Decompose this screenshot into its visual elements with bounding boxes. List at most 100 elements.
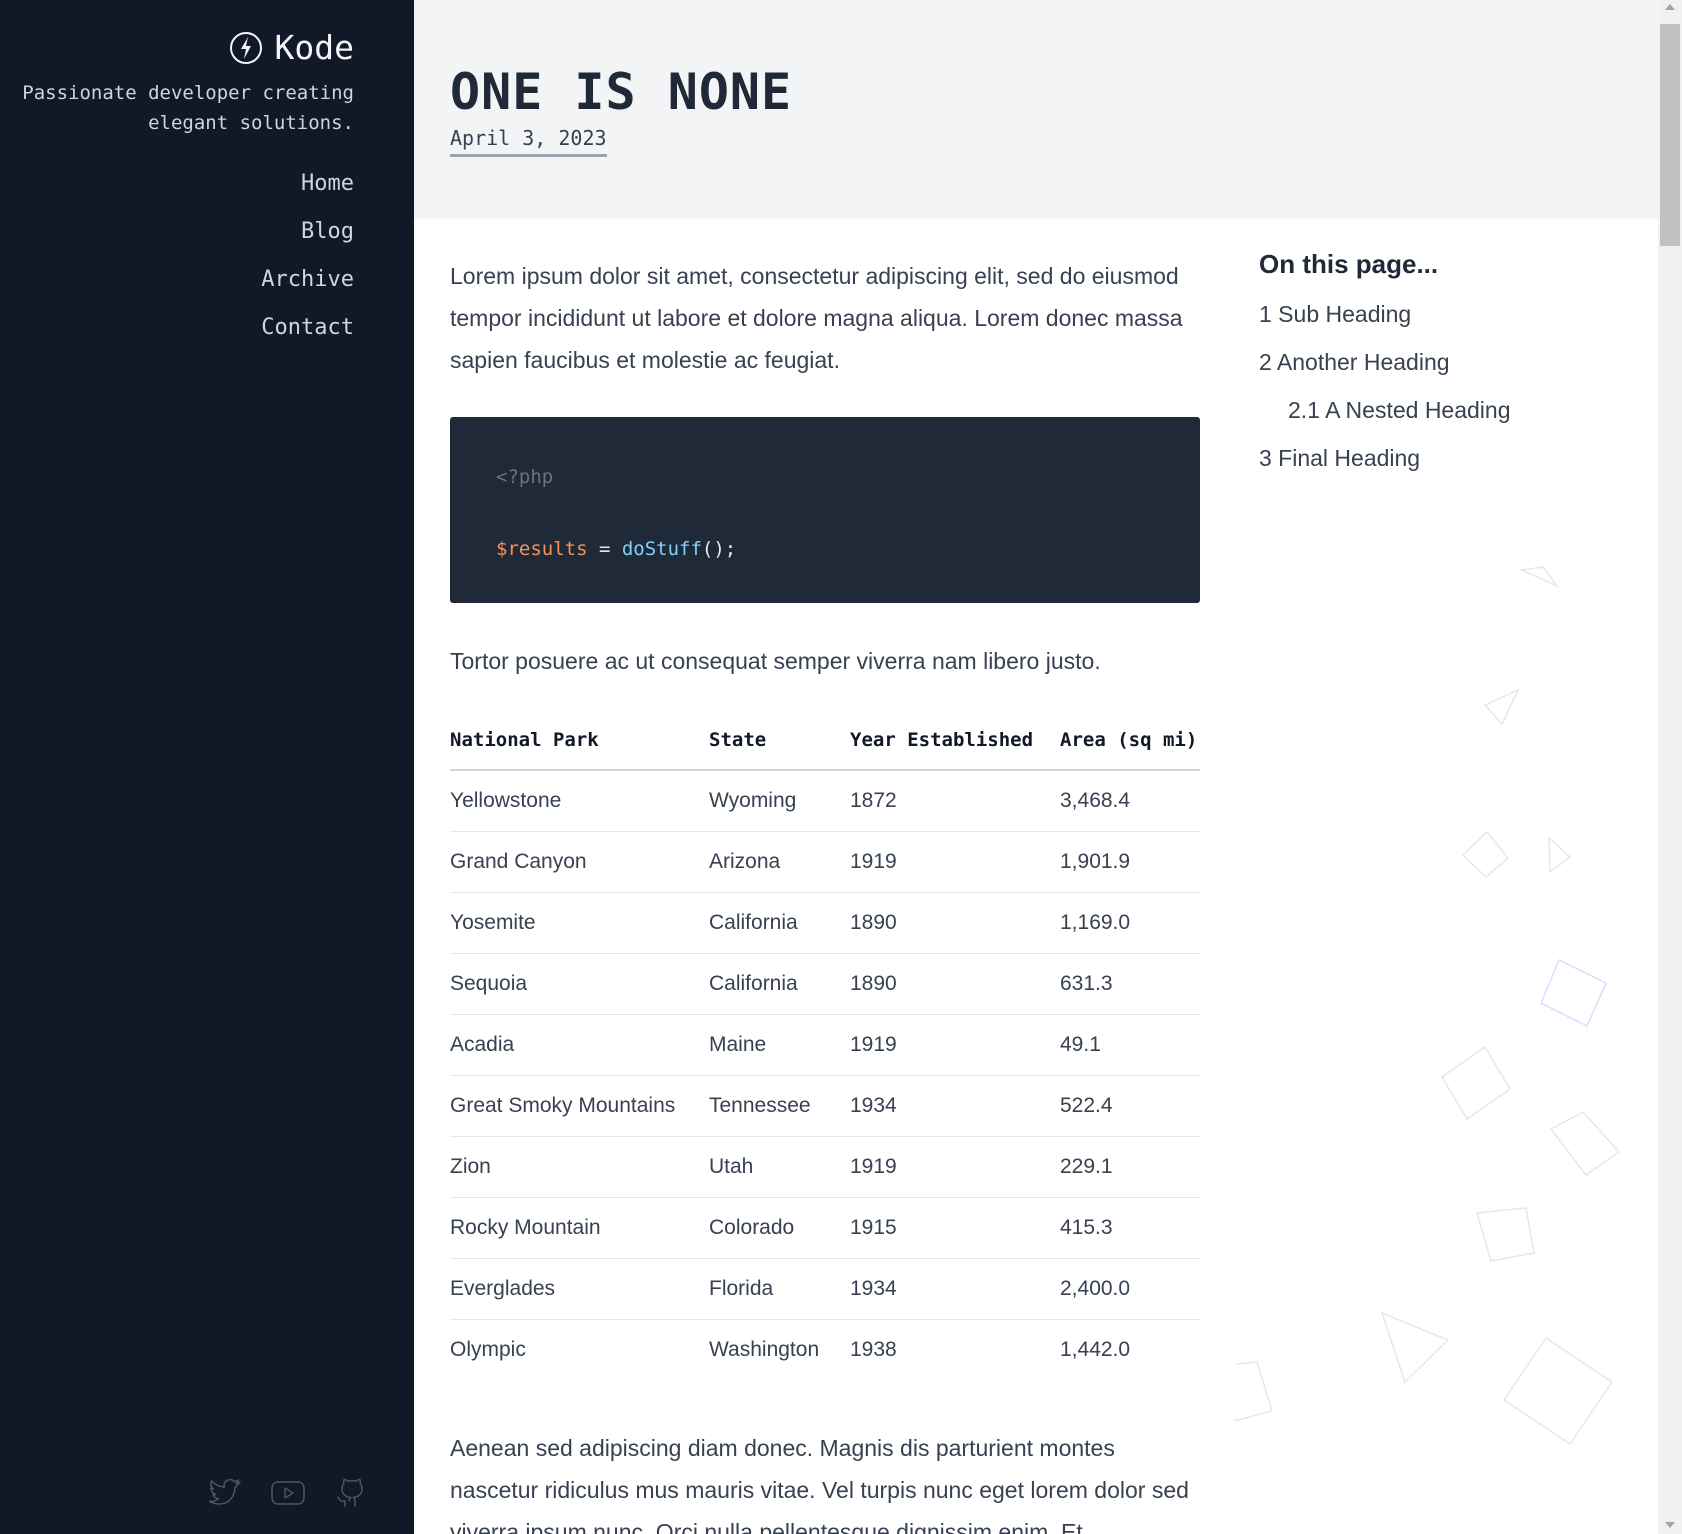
page-title: ONE IS NONE <box>450 63 793 121</box>
sidebar: Kode Passionate developer creating elega… <box>0 0 414 1534</box>
paragraph: Tortor posuere ac ut consequat semper vi… <box>450 648 1101 674</box>
table-cell: Utah <box>709 1136 850 1198</box>
decorative-triangle <box>1380 1311 1450 1384</box>
decorative-square <box>1440 1045 1512 1121</box>
table-row: Yosemite California 1890 1,169.0 <box>450 892 1200 954</box>
toc-title: On this page... <box>1259 249 1439 279</box>
scroll-up-arrow-icon[interactable] <box>1665 4 1675 10</box>
table-row: Great Smoky Mountains Tennessee 1934 522.4 <box>450 1075 1200 1137</box>
youtube-icon[interactable] <box>270 1474 306 1510</box>
table-cell: Sequoia <box>450 953 709 1015</box>
table-cell: Florida <box>709 1258 850 1320</box>
decorative-square <box>1540 958 1607 1028</box>
table-cell: Yosemite <box>450 892 709 954</box>
table-cell: Washington <box>709 1337 820 1361</box>
table-row: Yellowstone Wyoming 1872 3,468.4 <box>450 770 1200 832</box>
nav-item-archive[interactable]: Archive <box>261 256 354 304</box>
scrollbar-thumb[interactable] <box>1660 24 1680 246</box>
main-nav: Home Blog Archive Contact <box>261 160 354 352</box>
nav-item-home[interactable]: Home <box>261 160 354 208</box>
table-cell: 1919 <box>850 831 1060 893</box>
table-header: Area (sq mi) <box>1060 710 1200 771</box>
decorative-triangle <box>1519 566 1560 588</box>
post-date: April 3, 2023 <box>450 124 607 157</box>
table-cell: Grand Canyon <box>450 831 709 893</box>
table-cell: 1890 <box>850 953 1060 1015</box>
table-body: Yellowstone Wyoming 1872 3,468.4 Grand Canyo… <box>450 770 1200 1380</box>
brand[interactable]: Kode <box>229 28 354 68</box>
table-cell: California <box>709 953 850 1015</box>
table-cell: 1,442.0 <box>1060 1337 1131 1361</box>
table-cell: 1,169.0 <box>1060 892 1200 954</box>
decorative-square <box>1502 1336 1614 1446</box>
table-row: Rocky Mountain Colorado 1915 415.3 <box>450 1197 1200 1259</box>
table-cell: 1938 <box>850 1337 897 1361</box>
twitter-icon[interactable] <box>208 1474 244 1510</box>
decorative-shapes <box>1233 566 1621 1446</box>
scroll-down-arrow-icon[interactable] <box>1665 1522 1675 1528</box>
table-header-row: National Park State Year Established Are… <box>450 710 1200 771</box>
table-row: Acadia Maine 1919 49.1 <box>450 1014 1200 1076</box>
paragraph: Lorem ipsum dolor sit amet, consectetur … <box>450 263 1183 373</box>
vertical-scrollbar[interactable] <box>1658 0 1682 1534</box>
table-row: Zion Utah 1919 229.1 <box>450 1136 1200 1198</box>
decorative-square <box>1549 1111 1621 1177</box>
table-cell: Maine <box>709 1014 850 1076</box>
table-cell: Zion <box>450 1136 709 1198</box>
table-cell: 229.1 <box>1060 1136 1200 1198</box>
table-cell: Yellowstone <box>450 770 709 832</box>
table-cell: 522.4 <box>1060 1075 1200 1137</box>
table-cell: Great Smoky Mountains <box>450 1075 709 1137</box>
table-cell: Rocky Mountain <box>450 1197 709 1259</box>
site-name: Kode <box>274 28 354 67</box>
decorative-triangle <box>1483 688 1520 726</box>
bolt-circle-icon <box>229 32 262 64</box>
toc-item-another-heading[interactable]: 2 Another Heading <box>1259 338 1619 386</box>
table-cell: Everglades <box>450 1258 709 1320</box>
decorative-square <box>1461 830 1510 879</box>
table-header: National Park <box>450 710 709 771</box>
table-cell: Arizona <box>709 831 850 893</box>
decorative-square <box>1476 1207 1535 1262</box>
table-header: Year Established <box>850 710 1060 771</box>
decorative-triangle <box>1548 836 1572 874</box>
table-cell: Colorado <box>709 1197 850 1259</box>
table-row: Sequoia California 1890 631.3 <box>450 953 1200 1015</box>
table-cell: 1890 <box>850 892 1060 954</box>
table-cell: 2,400.0 <box>1060 1258 1200 1320</box>
code-function: doStuff <box>621 538 702 560</box>
table-cell: 3,468.4 <box>1060 770 1200 832</box>
social-links <box>208 1474 368 1510</box>
table-row: Everglades Florida 1934 2,400.0 <box>450 1258 1200 1320</box>
table-cell: 1,901.9 <box>1060 831 1200 893</box>
code-variable: $results <box>496 538 588 560</box>
nav-item-contact[interactable]: Contact <box>261 304 354 352</box>
table-cell: California <box>709 892 850 954</box>
code-php-tag: <?php <box>496 466 554 488</box>
nav-item-blog[interactable]: Blog <box>261 208 354 256</box>
table-cell: 1915 <box>850 1197 1060 1259</box>
decorative-shape-partial <box>1233 1361 1273 1422</box>
table-cell: 415.3 <box>1060 1197 1200 1259</box>
github-icon[interactable] <box>332 1474 368 1510</box>
table-row: Grand Canyon Arizona 1919 1,901.9 <box>450 831 1200 893</box>
code-line: <?php <box>496 459 1154 495</box>
toc-item-final-heading[interactable]: 3 Final Heading <box>1259 434 1619 482</box>
table-cell: 631.3 <box>1060 953 1200 1015</box>
post-header: ONE IS NONE April 3, 2023 <box>414 0 1658 219</box>
code-line: $results = doStuff(); <box>496 531 1154 567</box>
code-block: <?php $results = doStuff(); <box>450 417 1200 603</box>
national-parks-table: National Park State Year Established Are… <box>450 710 1200 1380</box>
paragraph: Aenean sed adipiscing diam donec. Magnis… <box>450 1435 1189 1534</box>
table-cell: 1919 <box>850 1014 1060 1076</box>
code-punctuation: (); <box>701 538 737 560</box>
table-cell: Acadia <box>450 1014 709 1076</box>
site-tagline: Passionate developer creating elegant so… <box>22 82 354 134</box>
table-of-contents: On this page... 1 Sub Heading 2 Another … <box>1259 244 1619 482</box>
toc-item-nested-heading[interactable]: 2.1 A Nested Heading <box>1259 386 1619 434</box>
table-cell: Olympic <box>450 1337 526 1361</box>
code-operator: = <box>587 538 622 560</box>
toc-item-sub-heading[interactable]: 1 Sub Heading <box>1259 290 1619 338</box>
table-cell: 49.1 <box>1060 1014 1200 1076</box>
